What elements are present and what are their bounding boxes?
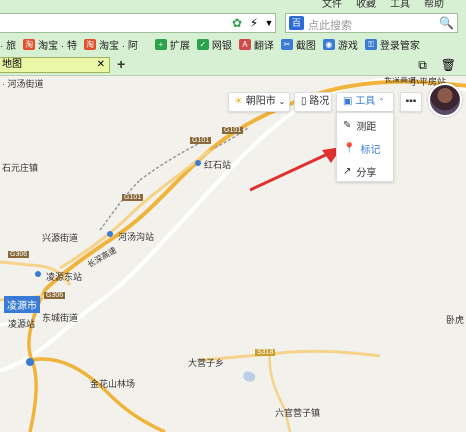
taobao-icon: 淘 — [23, 38, 36, 50]
map-label: 卧虎 — [446, 315, 465, 325]
traffic-button[interactable]: ▯ 路况 — [294, 92, 332, 112]
bookmark-item[interactable]: 淘淘宝 · 阿 — [84, 37, 138, 52]
map-label: 兴源街道 — [42, 233, 79, 243]
tab-strip: 地图 ✕ + ⧉ 🗑 — [0, 56, 466, 74]
puzzle-icon: + — [154, 38, 167, 50]
gear-icon[interactable]: ✿ — [230, 16, 244, 30]
traffic-light-icon: ▯ — [301, 96, 307, 107]
ruler-icon: ✎ — [343, 120, 352, 131]
map-label: 长深高速 — [384, 77, 416, 84]
key-icon: ⚿ — [364, 38, 377, 50]
map-label: 凌源站 — [8, 319, 36, 329]
tools-button[interactable]: ▣ 工具 ⌃ — [336, 92, 394, 112]
search-box[interactable]: 百 点此搜索 🔍 — [285, 13, 458, 33]
map-canvas[interactable]: · 河汤街道 石元庄镇 红石站 G101 G101 G101 河汤沟站 长深高速… — [0, 77, 466, 432]
map-label: 红石站 — [204, 160, 232, 170]
chevron-down-icon[interactable]: ▼ — [262, 16, 276, 30]
sun-icon: ☀ — [234, 96, 243, 107]
lightning-icon[interactable]: ⚡ — [247, 16, 261, 30]
pin-icon: 📍 — [343, 143, 356, 154]
map-label: 东城街道 — [42, 313, 79, 323]
bookmark-item[interactable]: · 旅 — [0, 37, 16, 52]
map-label: G101 — [222, 127, 244, 134]
shield-icon: ✓ — [196, 38, 209, 50]
menu-file[interactable]: 文件 — [322, 0, 342, 11]
chat-icon: ▪▪▪ — [405, 96, 417, 107]
new-tab-button[interactable]: + — [117, 56, 125, 72]
address-bar[interactable]: ✿ ⚡ ▼ — [0, 13, 276, 33]
extensions-button[interactable]: + 扩展 — [154, 37, 190, 52]
map-label: 大营子乡 — [188, 358, 225, 368]
tools-dropdown: ✎ 测距 📍 标记 ↗ 分享 — [336, 112, 394, 182]
map-label: 金花山林场 — [90, 379, 136, 389]
search-icon[interactable]: 🔍 — [439, 16, 454, 30]
restore-tab-icon[interactable]: ⧉ — [418, 58, 427, 73]
menu-favorites[interactable]: 收藏 — [356, 0, 376, 11]
measure-distance-item[interactable]: ✎ 测距 — [343, 118, 376, 133]
bookmarks-bar: · 旅 淘淘宝 · 特 淘淘宝 · 阿 + 扩展 ✓ 网银 A 翻译 ✂ 截图 ◉ 游戏 … — [0, 35, 466, 53]
online-banking-button[interactable]: ✓ 网银 — [196, 37, 232, 52]
map-label: G306 — [8, 251, 30, 258]
toolbox-icon: ▣ — [343, 96, 353, 107]
games-button[interactable]: ◉ 游戏 — [322, 37, 358, 52]
trash-icon[interactable]: 🗑 — [441, 58, 456, 73]
map-label-city: 凌源市 — [4, 296, 40, 313]
map-label: 凌源东站 — [46, 272, 83, 282]
taobao-icon: 淘 — [84, 38, 96, 50]
chevron-up-icon: ⌃ — [378, 97, 385, 106]
menu-tools[interactable]: 工具 — [390, 0, 410, 11]
city-selector[interactable]: ☀ 朝阳市 ⌄ — [228, 92, 290, 112]
share-item[interactable]: ↗ 分享 — [343, 164, 376, 179]
mark-item[interactable]: 📍 标记 — [343, 141, 380, 156]
gamepad-icon: ◉ — [322, 38, 335, 50]
map-label: G101 — [190, 137, 212, 144]
menu-bar: 文件 收藏 工具 帮助 — [322, 0, 466, 11]
map-label: 六官营子镇 — [275, 408, 321, 418]
scissors-icon: ✂ — [280, 38, 293, 50]
map-label: G101 — [122, 194, 144, 201]
browser-chrome: 文件 收藏 工具 帮助 ✿ ⚡ ▼ 百 点此搜索 🔍 · 旅 淘淘宝 · 特 淘… — [0, 0, 466, 76]
share-icon: ↗ — [343, 166, 352, 177]
map-label: · 河汤街道 — [2, 79, 44, 89]
map-label: 河汤沟站 — [118, 232, 155, 242]
translate-icon: A — [238, 38, 251, 50]
map-label: 石元庄镇 — [2, 163, 39, 173]
message-button[interactable]: ▪▪▪ — [400, 92, 422, 112]
login-manager-button[interactable]: ⚿ 登录管家 — [364, 37, 420, 52]
bookmark-item[interactable]: 淘淘宝 · 特 — [23, 37, 77, 52]
search-input[interactable]: 点此搜索 — [308, 17, 352, 33]
close-icon[interactable]: ✕ — [97, 58, 105, 72]
map-label: S318 — [255, 349, 276, 356]
screenshot-button[interactable]: ✂ 截图 — [280, 37, 316, 52]
menu-help[interactable]: 帮助 — [424, 0, 444, 11]
tab-map[interactable]: 地图 ✕ — [0, 57, 110, 73]
baidu-logo-icon: 百 — [289, 16, 304, 30]
address-row: ✿ ⚡ ▼ 百 点此搜索 🔍 — [0, 12, 466, 34]
chevron-down-icon: ⌄ — [278, 97, 286, 106]
translate-button[interactable]: A 翻译 — [238, 37, 274, 52]
map-label: G306 — [44, 292, 66, 299]
avatar[interactable] — [428, 83, 462, 117]
tab-tools: ⧉ 🗑 — [418, 58, 456, 73]
